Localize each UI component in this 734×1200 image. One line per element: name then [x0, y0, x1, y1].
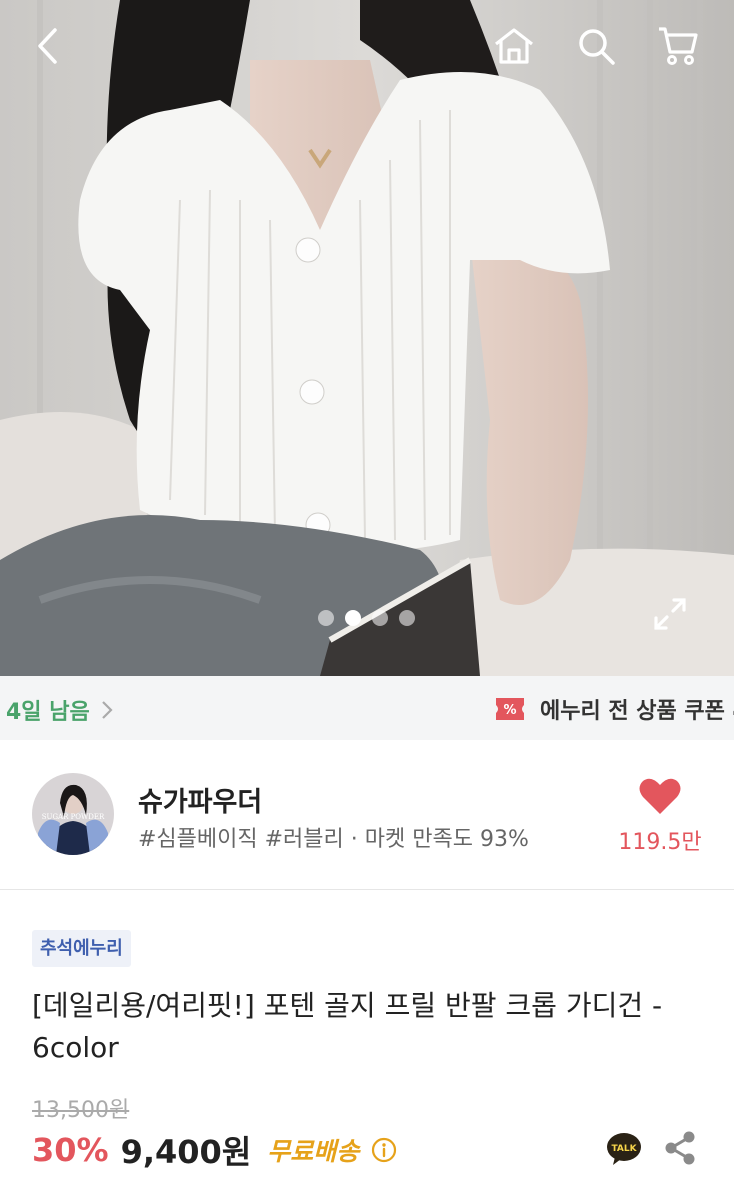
- heart-icon: [639, 778, 681, 814]
- kakao-talk-button[interactable]: TALK: [606, 1132, 642, 1166]
- search-button[interactable]: [572, 22, 620, 70]
- kakao-talk-icon: TALK: [607, 1133, 641, 1165]
- cart-button[interactable]: [654, 22, 702, 70]
- avatar-text: SUGAR POWDER: [42, 813, 105, 821]
- days-left-link[interactable]: 4일 남음: [6, 694, 114, 726]
- days-left-text: 4일 남음: [6, 700, 90, 725]
- info-icon: [372, 1137, 397, 1163]
- avatar-image: SUGAR POWDER: [32, 773, 114, 855]
- sale-price: 9,400원: [120, 1133, 252, 1171]
- carousel-indicator: [318, 610, 415, 626]
- share-icon: [665, 1131, 695, 1165]
- product-title: [데일리용/여리핏!] 포텐 골지 프릴 반팔 크롭 가디건 - 6color: [32, 989, 663, 1064]
- event-badge: 추석에누리: [32, 930, 131, 967]
- search-icon: [579, 29, 615, 65]
- home-icon: [495, 28, 533, 64]
- fullscreen-button[interactable]: [648, 592, 692, 636]
- talk-label: TALK: [611, 1144, 637, 1154]
- carousel-dot[interactable]: [399, 610, 415, 626]
- discount-rate: 30%: [32, 1131, 109, 1169]
- original-price: 13,500원: [32, 1098, 130, 1123]
- seller-avatar[interactable]: SUGAR POWDER: [32, 773, 114, 855]
- coupon-banner[interactable]: % 에누리 전 상품 쿠폰 4: [494, 693, 734, 725]
- like-button[interactable]: 119.5만: [614, 776, 706, 856]
- cart-icon: [659, 27, 698, 65]
- seller-name[interactable]: 슈가파우더: [138, 780, 262, 819]
- carousel-dot[interactable]: [345, 610, 361, 626]
- carousel-dot[interactable]: [372, 610, 388, 626]
- promo-strip: 4일 남음 % 에누리 전 상품 쿠폰 4: [0, 676, 734, 740]
- shipping-info-button[interactable]: [371, 1137, 397, 1163]
- share-button[interactable]: [662, 1130, 698, 1166]
- svg-text:%: %: [503, 703, 516, 718]
- product-photo: [0, 0, 734, 676]
- seller-tags: #심플베이직 #러블리 · 마켓 만족도 93%: [138, 827, 529, 852]
- seller-section: SUGAR POWDER 슈가파우더 #심플베이직 #러블리 · 마켓 만족도 …: [0, 740, 734, 890]
- coupon-text: 에누리 전 상품 쿠폰 4: [540, 699, 734, 724]
- free-shipping-label: 무료배송: [267, 1137, 360, 1166]
- chevron-left-icon: [38, 28, 57, 64]
- price-row: 30% 9,400원 무료배송: [32, 1127, 397, 1173]
- home-button[interactable]: [490, 22, 538, 70]
- carousel-dot[interactable]: [318, 610, 334, 626]
- coupon-icon: %: [496, 698, 524, 720]
- chevron-right-icon: [101, 701, 113, 719]
- like-count: 119.5만: [618, 830, 702, 855]
- back-button[interactable]: [24, 22, 72, 70]
- expand-icon: [654, 598, 686, 630]
- product-image-carousel[interactable]: [0, 0, 734, 676]
